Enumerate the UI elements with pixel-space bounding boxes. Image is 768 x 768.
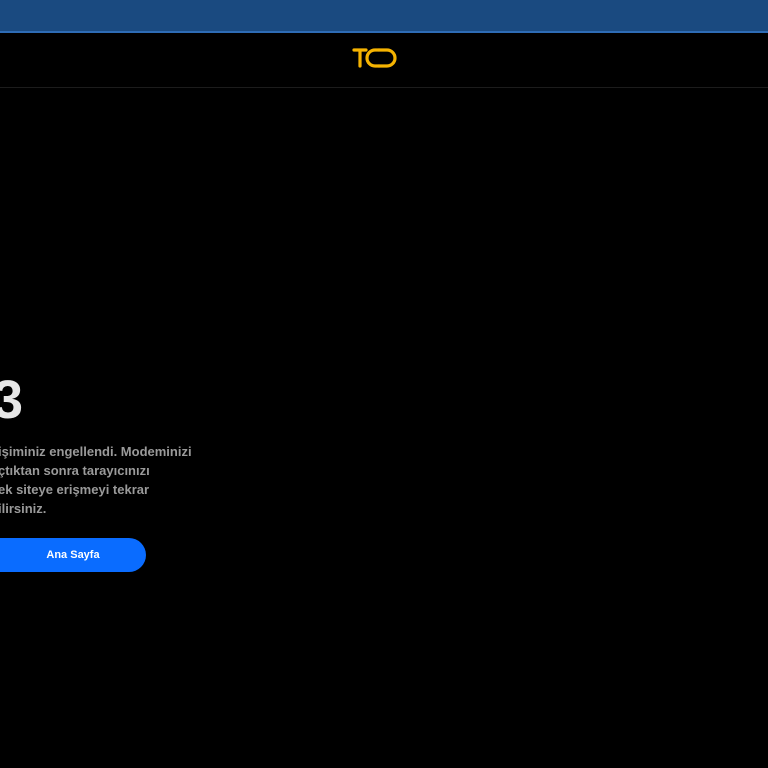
- error-message-line: işiminiz engellendi. Modeminizi: [0, 444, 192, 459]
- home-button[interactable]: Ana Sayfa: [0, 538, 146, 572]
- tod-logo-icon: [352, 48, 397, 68]
- site-header: [0, 33, 768, 88]
- error-message: işiminiz engellendi. Modeminizi çtıktan …: [0, 442, 208, 518]
- error-message-line: ilirsiniz.: [0, 501, 47, 516]
- error-message-line: ek siteye erişmeyi tekrar: [0, 482, 150, 497]
- error-page-content: 03 işiminiz engellendi. Modeminizi çtıkt…: [0, 88, 768, 768]
- tod-logo[interactable]: [351, 46, 399, 70]
- error-message-line: çtıktan sonra tarayıcınızı: [0, 463, 150, 478]
- browser-top-bar: [0, 0, 768, 33]
- error-code: 03: [0, 370, 25, 430]
